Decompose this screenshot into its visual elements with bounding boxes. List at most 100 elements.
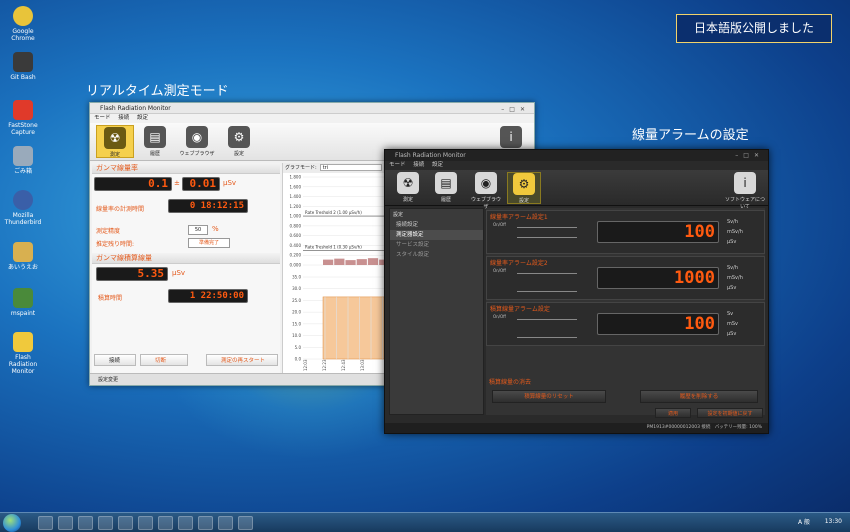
rate-bar	[345, 260, 356, 265]
window-titlebar-dark[interactable]: Flash Radiation Monitor –□✕	[385, 150, 768, 161]
sidebar-item-service[interactable]: サービス設定	[390, 240, 483, 250]
menu-mode-dark[interactable]: モード	[389, 162, 406, 168]
tool-history[interactable]: ▤ 履歴	[136, 125, 174, 158]
window-controls-dark[interactable]: –□✕	[735, 150, 764, 161]
taskbar-app-8[interactable]	[178, 516, 193, 530]
graph-mode-select[interactable]: tri	[319, 164, 382, 171]
alarm-settings-panel: 線量率アラーム設定1 On/Off 100 Sv/h mSv/h μSv 線量率アラ…	[486, 208, 765, 415]
menu-bar-dark: モード 接続 設定	[385, 161, 768, 170]
alarm1-unit-radios[interactable]: Sv/h mSv/h μSv	[727, 217, 743, 247]
desktop-icon-chrome[interactable]: Google Chrome	[2, 6, 44, 42]
tool-history-dark[interactable]: ▤ 履歴	[429, 172, 463, 204]
alarm3-unit-radios[interactable]: Sv mSv μSv	[727, 309, 738, 339]
precision-label: 測定精度	[96, 228, 121, 235]
alarm3-toggle[interactable]: On/Off	[493, 314, 506, 319]
alarm1-value: 100	[597, 221, 719, 243]
desktop-icon-thunderbird[interactable]: Mozilla Thunderbird	[2, 190, 44, 226]
desktop-icon-radiation-monitor[interactable]: Flash Radiation Monitor	[2, 332, 44, 375]
apply-button[interactable]: 適用	[655, 408, 691, 418]
alarm2-unit-radios[interactable]: Sv/h mSv/h μSv	[727, 263, 743, 293]
reset-defaults-button[interactable]: 設定を初期値に戻す	[697, 408, 763, 418]
alarm2-slider-b[interactable]	[517, 291, 577, 292]
desktop-icon-folder[interactable]: あいうえお	[2, 242, 44, 271]
sidebar-item-connection[interactable]: 接続設定	[390, 220, 483, 230]
dose-display: 5.35	[96, 267, 168, 281]
taskbar-app-6[interactable]	[138, 516, 153, 530]
tick-label-dose: 20.0	[292, 310, 301, 315]
menu-connect[interactable]: 接続	[118, 115, 129, 121]
settings-sidebar: 設定 接続設定 測定器設定 サービス設定 スタイル設定	[389, 208, 484, 415]
alarm1-slider[interactable]	[517, 227, 577, 228]
tick-label-rate: 1.800	[290, 175, 302, 180]
menu-connect-dark[interactable]: 接続	[413, 162, 424, 168]
rate-unit: μSv	[223, 179, 237, 187]
window-controls[interactable]: –□✕	[501, 104, 530, 115]
tool-web-browser[interactable]: ◉ ウェブブラウザ	[178, 125, 216, 158]
menu-mode[interactable]: モード	[94, 115, 111, 121]
rate-bar	[367, 258, 379, 265]
tool-web-browser-dark[interactable]: ◉ ウェブブラウザ	[469, 172, 503, 210]
alarm1-toggle[interactable]: On/Off	[493, 222, 506, 227]
about-button[interactable]: i ソフトウェアについて	[725, 172, 765, 210]
tick-label-rate: 1.200	[290, 204, 302, 209]
gear-icon: ⚙	[228, 126, 250, 148]
measurement-panel: ガンマ線量率 0.1 ± 0.01 μSv 線量率の計測時間 0 18:12:1…	[92, 163, 280, 373]
tick-label-rate: 1.600	[290, 184, 302, 189]
start-button[interactable]	[3, 514, 21, 532]
taskbar-app-2[interactable]	[58, 516, 73, 530]
desktop-icon-mspaint[interactable]: mspaint	[2, 288, 44, 317]
dose-time-display: 1 22:50:00	[168, 289, 248, 303]
tool-settings[interactable]: ⚙ 設定	[220, 125, 258, 158]
menu-settings[interactable]: 設定	[137, 115, 148, 121]
taskbar-app-11[interactable]	[238, 516, 253, 530]
taskbar-app-9[interactable]	[198, 516, 213, 530]
eta-label: 推定残り時間:	[96, 241, 135, 248]
folder-icon	[13, 242, 33, 262]
tool-measure-dark[interactable]: ☢ 測定	[391, 172, 425, 204]
disconnect-button[interactable]: 切断	[140, 354, 188, 366]
tick-label-rate: 0.400	[290, 243, 302, 248]
tick-label-dose: 30.0	[292, 286, 301, 291]
taskbar-app-3[interactable]	[78, 516, 93, 530]
tool-measure[interactable]: ☢ 測定	[96, 125, 134, 158]
connect-button[interactable]: 接続	[94, 354, 136, 366]
taskbar-app-4[interactable]	[98, 516, 113, 530]
elapsed-label: 線量率の計測時間	[96, 206, 145, 213]
desktop-icon-recycle-bin[interactable]: ごみ箱	[2, 146, 44, 175]
menu-settings-dark[interactable]: 設定	[432, 162, 443, 168]
alarm2-value: 1000	[597, 267, 719, 289]
clear-history-button[interactable]: 履歴を削除する	[640, 390, 758, 403]
alarm3-slider[interactable]	[517, 319, 577, 320]
taskbar-app-10[interactable]	[218, 516, 233, 530]
restart-button[interactable]: 測定の再スタート	[206, 354, 278, 366]
tick-label-dose: 15.0	[292, 321, 301, 326]
tool-settings-dark[interactable]: ⚙ 設定	[507, 172, 541, 204]
tick-label-dose: 0.0	[295, 357, 302, 362]
desktop-icon-git-bash[interactable]: Git Bash	[2, 52, 44, 81]
reset-dose-button[interactable]: 積算線量のリセット	[492, 390, 606, 403]
window-titlebar[interactable]: Flash Radiation Monitor –□✕	[90, 103, 534, 114]
radiation-icon: ☢	[104, 127, 126, 149]
alarm1-slider-b[interactable]	[517, 237, 577, 238]
tick-label-rate: 0.000	[290, 263, 302, 268]
taskbar-app-5[interactable]	[118, 516, 133, 530]
rate-error-display: 0.01	[182, 177, 220, 191]
threshold-label: Rate Treshold 1 (0.30 μSv/h)	[305, 244, 362, 249]
sidebar-item-device[interactable]: 測定器設定	[390, 230, 483, 240]
alarm3-slider-b[interactable]	[517, 337, 577, 338]
desktop-icon-faststone[interactable]: FastStone Capture	[2, 100, 44, 136]
dose-time-label: 積算時間	[98, 295, 123, 302]
tick-label-dose: 25.0	[292, 298, 301, 303]
taskbar-app-1[interactable]	[38, 516, 53, 530]
taskbar-app-7[interactable]	[158, 516, 173, 530]
alarm-group-rate2: 線量率アラーム設定2 On/Off 1000 Sv/h mSv/h μSv	[486, 256, 765, 300]
alarm2-slider[interactable]	[517, 273, 577, 274]
precision-select[interactable]: 50	[188, 225, 208, 235]
globe-icon: ◉	[475, 172, 497, 194]
taskbar: A 般 13:30	[0, 512, 850, 532]
alarm2-toggle[interactable]: On/Off	[493, 268, 506, 273]
tick-label-rate: 0.800	[290, 223, 302, 228]
system-tray[interactable]: A 般	[798, 517, 810, 526]
history-icon: ▤	[435, 172, 457, 194]
sidebar-item-style[interactable]: スタイル設定	[390, 250, 483, 260]
